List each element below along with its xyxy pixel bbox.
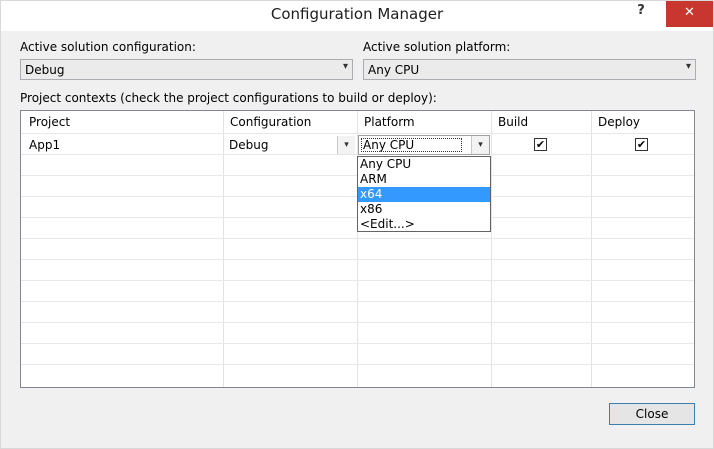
column-header-deploy[interactable]: Deploy [598, 115, 640, 129]
platform-option-x86[interactable]: x86 [358, 202, 490, 217]
row-divider [21, 259, 694, 260]
row-configuration-combo[interactable]: Debug ▾ [224, 135, 356, 155]
row-platform-value: Any CPU [363, 138, 415, 152]
project-contexts-label: Project contexts (check the project conf… [20, 91, 437, 105]
platform-option-arm[interactable]: ARM [358, 172, 490, 187]
close-button[interactable]: Close [609, 403, 695, 425]
chevron-down-icon[interactable]: ▾ [471, 136, 489, 154]
chevron-down-icon: ▾ [685, 61, 691, 72]
chevron-down-icon: ▾ [342, 61, 348, 72]
row-divider [21, 133, 694, 134]
row-divider [21, 238, 694, 239]
row-divider [21, 343, 694, 344]
row-divider [21, 364, 694, 365]
active-solution-configuration-label: Active solution configuration: [20, 40, 196, 54]
title-bar: Configuration Manager ? ✕ [1, 1, 713, 31]
platform-dropdown-list: Any CPU ARM x64 x86 <Edit...> [357, 156, 491, 232]
active-solution-platform-combo[interactable]: Any CPU ▾ [363, 59, 696, 80]
column-header-build[interactable]: Build [498, 115, 528, 129]
deploy-checkbox[interactable]: ✔ [635, 138, 648, 151]
active-solution-configuration-combo[interactable]: Debug ▾ [20, 59, 353, 80]
column-divider [591, 111, 592, 387]
row-platform-combo[interactable]: Any CPU ▾ [358, 135, 490, 155]
active-solution-platform-label: Active solution platform: [363, 40, 511, 54]
column-divider [491, 111, 492, 387]
row-configuration-value: Debug [229, 138, 269, 152]
column-header-project[interactable]: Project [29, 115, 70, 129]
row-divider [21, 280, 694, 281]
window-close-button[interactable]: ✕ [666, 1, 713, 27]
active-solution-configuration-value: Debug [25, 63, 65, 77]
row-divider [21, 322, 694, 323]
configuration-manager-dialog: Configuration Manager ? ✕ Active solutio… [0, 0, 714, 449]
project-name-cell[interactable]: App1 [29, 138, 60, 152]
platform-option-x64[interactable]: x64 [358, 187, 490, 202]
platform-option-edit[interactable]: <Edit...> [358, 217, 490, 232]
help-button[interactable]: ? [633, 3, 649, 18]
build-checkbox[interactable]: ✔ [534, 138, 547, 151]
column-header-platform[interactable]: Platform [364, 115, 415, 129]
active-solution-platform-value: Any CPU [368, 63, 420, 77]
window-title: Configuration Manager [270, 5, 444, 23]
row-divider [21, 301, 694, 302]
project-contexts-grid: Project Configuration Platform Build Dep… [20, 110, 695, 388]
platform-option-any-cpu[interactable]: Any CPU [358, 157, 490, 172]
column-header-configuration[interactable]: Configuration [230, 115, 311, 129]
chevron-down-icon[interactable]: ▾ [337, 136, 355, 154]
